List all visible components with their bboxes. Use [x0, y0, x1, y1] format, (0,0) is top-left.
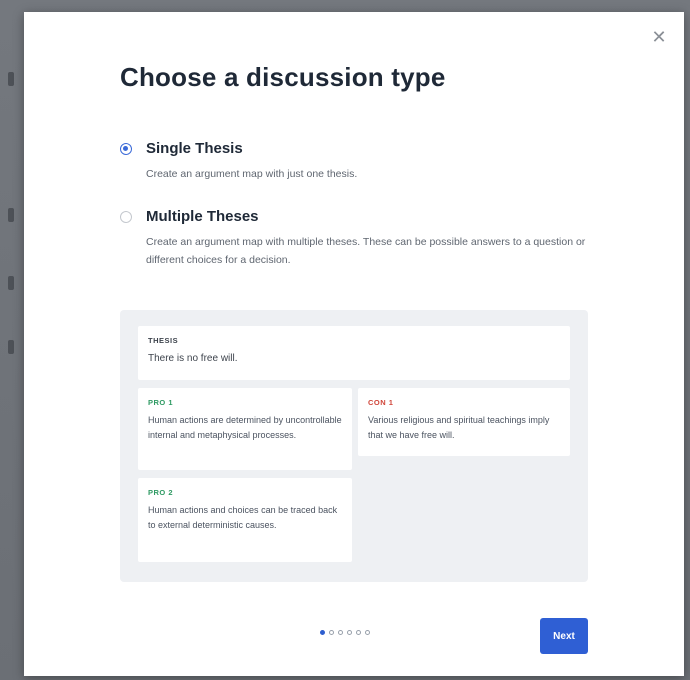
page-dot[interactable]: [347, 630, 352, 635]
pagination-dots: [320, 630, 370, 635]
pro-text: Human actions and choices can be traced …: [148, 505, 338, 530]
next-button[interactable]: Next: [540, 618, 588, 654]
dialog-title: Choose a discussion type: [120, 62, 446, 92]
discussion-type-dialog: ✕ Choose a discussion type Single Thesis…: [24, 12, 684, 676]
pro-tag: PRO 1: [148, 398, 174, 407]
option-description: Create an argument map with just one the…: [146, 168, 358, 180]
con-tag: CON 1: [368, 398, 394, 407]
background-mark: [8, 72, 14, 86]
thesis-tag: THESIS: [148, 336, 179, 345]
option-description: Create an argument map with multiple the…: [146, 236, 586, 266]
close-icon[interactable]: ✕: [650, 28, 668, 46]
option-label: Single Thesis: [146, 140, 243, 157]
con-card-1: CON 1 Various religious and spiritual te…: [358, 388, 570, 456]
page-dot[interactable]: [356, 630, 361, 635]
background-mark: [8, 276, 14, 290]
pro-tag: PRO 2: [148, 488, 174, 497]
pro-card-2: PRO 2 Human actions and choices can be t…: [138, 478, 352, 562]
argument-map-preview: THESIS There is no free will. PRO 1 Huma…: [120, 310, 588, 582]
pro-text: Human actions are determined by uncontro…: [148, 415, 342, 440]
page-dot[interactable]: [365, 630, 370, 635]
option-single-thesis[interactable]: Single Thesis Create an argument map wit…: [120, 140, 600, 183]
radio-single-thesis[interactable]: [120, 142, 132, 155]
con-text: Various religious and spiritual teaching…: [368, 415, 550, 440]
thesis-card: THESIS There is no free will.: [138, 326, 570, 380]
radio-multiple-theses[interactable]: [120, 210, 132, 223]
background-mark: [8, 208, 14, 222]
page-dot[interactable]: [329, 630, 334, 635]
page-dot[interactable]: [338, 630, 343, 635]
pro-card-1: PRO 1 Human actions are determined by un…: [138, 388, 352, 470]
option-multiple-theses[interactable]: Multiple Theses Create an argument map w…: [120, 208, 600, 269]
option-label: Multiple Theses: [146, 208, 259, 225]
background-mark: [8, 340, 14, 354]
page-dot[interactable]: [320, 630, 325, 635]
thesis-text: There is no free will.: [148, 353, 238, 364]
